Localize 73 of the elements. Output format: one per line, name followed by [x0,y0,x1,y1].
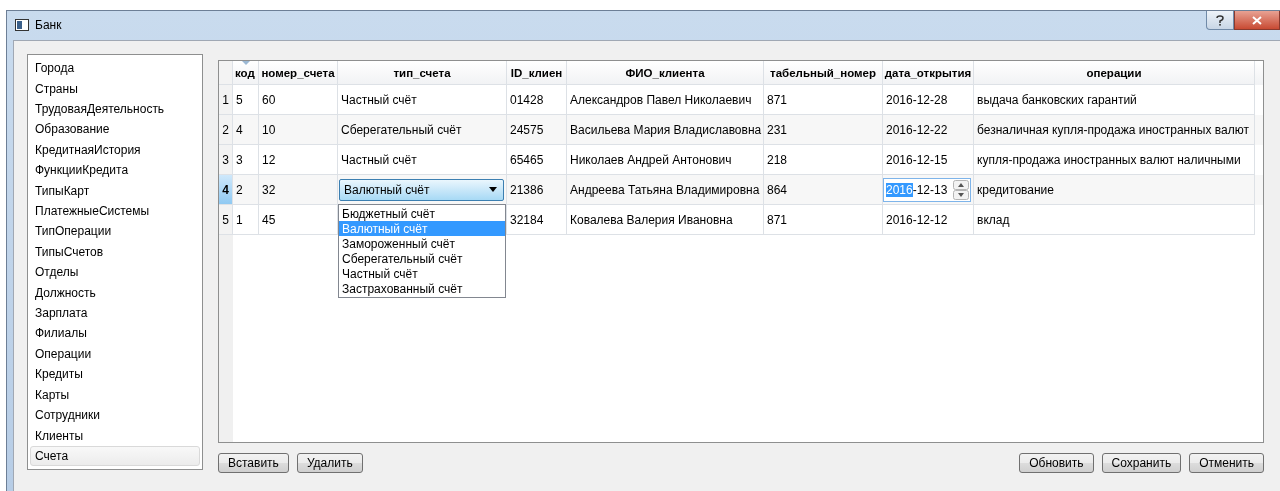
list-item[interactable]: ПлатежныеСистемы [30,200,200,222]
list-item[interactable]: Отделы [30,262,200,283]
list-item[interactable]: Филиалы [30,323,200,344]
row-header[interactable]: 2 [219,115,233,145]
caret-icon [489,187,497,192]
list-item[interactable]: Страны [30,78,200,99]
window-title: Банк [35,17,62,32]
table-cell: 21386 [507,175,567,205]
table-cell: вклад [974,205,1255,235]
table-cell: Ковалева Валерия Ивановна [567,205,764,235]
window-icon [15,18,29,31]
column-header[interactable]: операции [974,61,1255,85]
row-header[interactable]: 5 [219,205,233,235]
list-item[interactable]: ТипыКарт [30,180,200,201]
dropdown-option[interactable]: Частный счёт [339,266,505,281]
action-button[interactable]: Удалить [296,453,363,473]
list-item[interactable]: Зарплата [30,302,200,324]
action-button[interactable]: Сохранить [1101,453,1182,473]
close-button[interactable] [1234,11,1280,30]
list-item[interactable]: Образование [30,119,200,140]
close-icon [1252,15,1262,25]
table-cell: 2016-12-12 [883,205,974,235]
list-item[interactable]: КредитнаяИстория [30,139,200,161]
date-field[interactable]: 2016-12-13 [883,177,971,202]
column-header[interactable]: ID_клиен [507,61,567,85]
list-item[interactable]: Операции [30,343,200,365]
table-cell: кредитование [974,175,1255,205]
dropdown-option[interactable]: Замороженный счёт [339,236,505,251]
table-cell: 10 [259,115,338,145]
table-cell: 231 [764,115,883,145]
table-cell: 871 [764,205,883,235]
list-item[interactable]: Должность [30,282,200,303]
dropdown-option[interactable]: Сберегательный счёт [339,251,505,266]
table-cell: Андреева Татьяна Владимировна [567,175,764,205]
spinner-icon[interactable] [953,179,969,200]
column-header[interactable]: дата_открытия [883,61,974,85]
table-cell: 1 [233,205,259,235]
list-item[interactable]: Карты [30,384,200,405]
column-header[interactable]: тип_счета [338,61,507,85]
dropdown-option[interactable]: Застрахованный счёт [339,281,505,296]
action-button[interactable]: Отменить [1189,453,1264,473]
dropdown-option[interactable]: Бюджетный счёт [339,206,505,221]
table-cell: 32 [259,175,338,205]
table-cell: Васильева Мария Владиславовна [567,115,764,145]
action-button[interactable]: Обновить [1019,453,1094,473]
list-item[interactable]: Счета [30,445,200,467]
column-header[interactable]: номер_счета [259,61,338,85]
help-button[interactable] [1206,11,1234,30]
table-cell: 2 [233,175,259,205]
list-item[interactable]: Сотрудники [30,404,200,426]
table-cell: 2016-12-22 [883,115,974,145]
table-cell: 32184 [507,205,567,235]
type-dropdown[interactable]: Валютный счёт [339,178,504,201]
list-item[interactable]: ТипыСчетов [30,241,200,263]
list-item[interactable]: Клиенты [30,425,200,446]
row-header[interactable]: 3 [219,145,233,175]
table-cell: безналичная купля-продажа иностранных валют [974,115,1255,145]
column-header[interactable]: ФИО_клиента [567,61,764,85]
action-button[interactable]: Вставить [218,453,289,473]
column-header[interactable]: код [233,61,259,85]
list-item[interactable]: ТрудоваяДеятельность [30,98,200,120]
row-header[interactable]: 4 [219,175,233,205]
list-item[interactable]: Кредиты [30,364,200,385]
table-cell: 4 [233,115,259,145]
list-item[interactable]: ТипОперации [30,221,200,242]
row-header[interactable]: 1 [219,85,233,115]
table-cell: 24575 [507,115,567,145]
list-item[interactable]: ФункцииКредита [30,160,200,181]
question-icon [1216,14,1224,26]
column-header[interactable]: табельный_номер [764,61,883,85]
list-item[interactable]: Города [30,58,200,79]
table-cell: Сберегательный счёт [338,115,507,145]
table-cell: 45 [259,205,338,235]
